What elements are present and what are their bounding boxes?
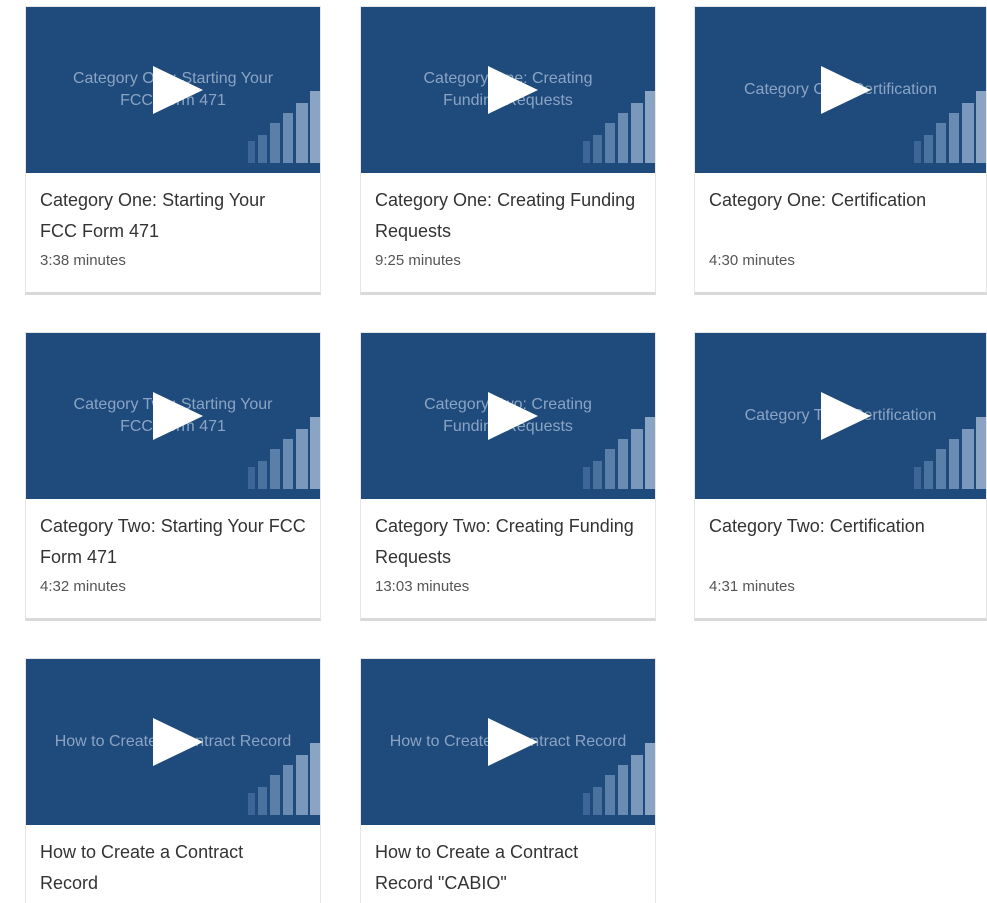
video-title[interactable]: Category Two: Starting Your FCC Form 471	[40, 511, 306, 573]
fcc-logo-bars-icon	[914, 417, 986, 489]
play-icon[interactable]	[153, 718, 203, 766]
video-thumbnail[interactable]: Category One: Certification	[695, 7, 986, 173]
video-card[interactable]: Category One: Certification Category One…	[694, 6, 987, 295]
play-icon[interactable]	[820, 392, 871, 440]
video-thumbnail[interactable]: Category Two: Creating Funding Requests	[361, 333, 655, 499]
fcc-logo-bars-icon	[914, 91, 986, 163]
video-title[interactable]: Category One: Creating Funding Requests	[375, 185, 641, 247]
video-thumbnail[interactable]: Category Two: Certification	[695, 333, 986, 499]
video-thumbnail[interactable]: How to Create a Contract Record	[361, 659, 655, 825]
fcc-logo-bars-icon	[583, 743, 655, 815]
video-card[interactable]: How to Create a Contract Record How to C…	[360, 658, 656, 903]
video-duration: 4:32 minutes	[40, 578, 126, 595]
video-title[interactable]: Category Two: Creating Funding Requests	[375, 511, 641, 573]
fcc-logo-bars-icon	[248, 91, 320, 163]
fcc-logo-bars-icon	[583, 417, 655, 489]
video-title[interactable]: How to Create a Contract Record	[40, 837, 306, 899]
video-title[interactable]: Category One: Starting Your FCC Form 471	[40, 185, 306, 247]
video-title[interactable]: Category One: Certification	[709, 185, 972, 247]
play-icon[interactable]	[488, 66, 538, 114]
video-thumbnail[interactable]: Category One: Starting Your FCC Form 471	[26, 7, 320, 173]
play-icon[interactable]	[153, 66, 203, 114]
video-thumbnail[interactable]: Category One: Creating Funding Requests	[361, 7, 655, 173]
play-icon[interactable]	[820, 66, 871, 114]
video-card[interactable]: Category Two: Starting Your FCC Form 471…	[25, 332, 321, 621]
video-grid: Category One: Starting Your FCC Form 471…	[0, 0, 987, 903]
play-icon[interactable]	[488, 718, 538, 766]
play-icon[interactable]	[153, 392, 203, 440]
video-thumbnail[interactable]: How to Create a Contract Record	[26, 659, 320, 825]
video-title[interactable]: Category Two: Certification	[709, 511, 972, 573]
video-duration: 13:03 minutes	[375, 578, 470, 595]
video-thumbnail[interactable]: Category Two: Starting Your FCC Form 471	[26, 333, 320, 499]
video-duration: 9:25 minutes	[375, 252, 461, 269]
video-card[interactable]: Category One: Starting Your FCC Form 471…	[25, 6, 321, 295]
video-card[interactable]: How to Create a Contract Record How to C…	[25, 658, 321, 903]
video-card[interactable]: Category One: Creating Funding Requests …	[360, 6, 656, 295]
video-duration: 3:38 minutes	[40, 252, 126, 269]
play-icon[interactable]	[488, 392, 538, 440]
video-card[interactable]: Category Two: Creating Funding Requests …	[360, 332, 656, 621]
video-card[interactable]: Category Two: Certification Category Two…	[694, 332, 987, 621]
fcc-logo-bars-icon	[583, 91, 655, 163]
fcc-logo-bars-icon	[248, 417, 320, 489]
video-duration: 4:30 minutes	[709, 252, 795, 269]
video-title[interactable]: How to Create a Contract Record "CABIO"	[375, 837, 641, 899]
video-duration: 4:31 minutes	[709, 578, 795, 595]
fcc-logo-bars-icon	[248, 743, 320, 815]
